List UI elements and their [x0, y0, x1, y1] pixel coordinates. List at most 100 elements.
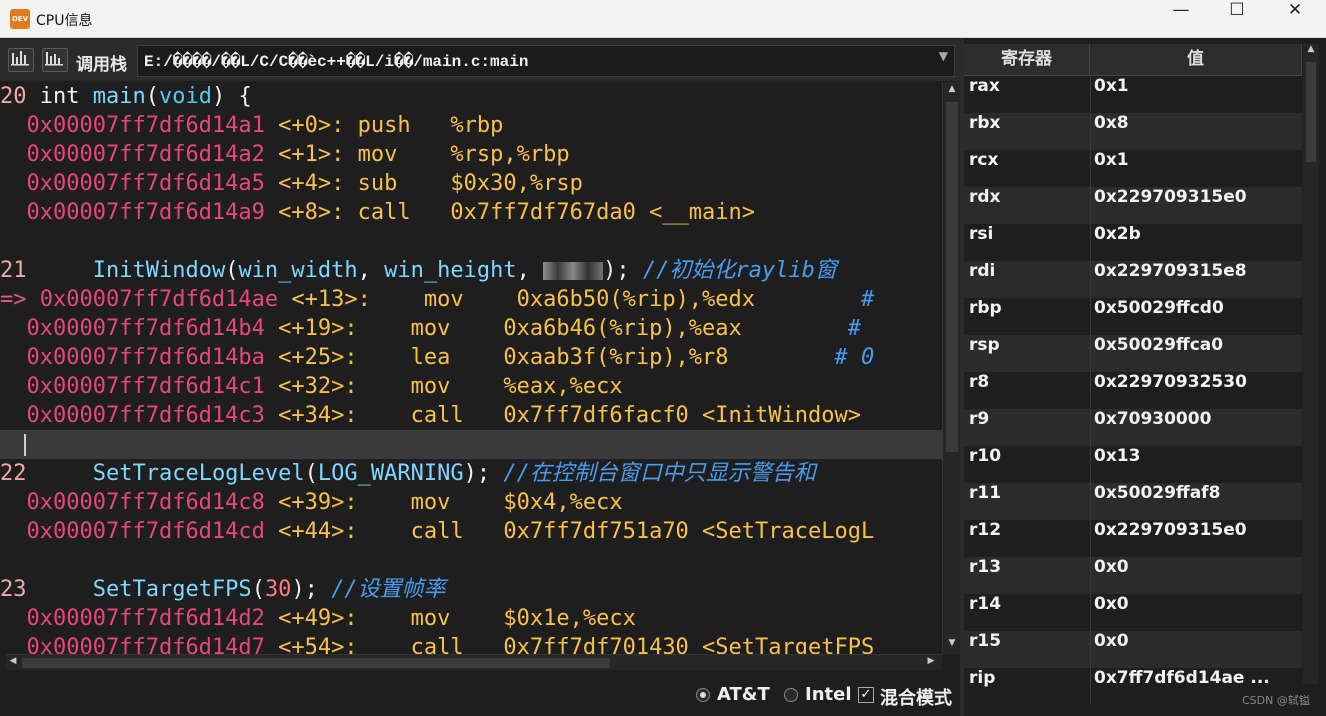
mixed-mode-checkbox[interactable]: ✓	[858, 687, 874, 703]
instruction-offset: <+34>:	[278, 403, 358, 428]
asm-line[interactable]: 0x00007ff7df6d14a2 <+1>: mov %rsp,%rbp	[0, 140, 942, 169]
instruction-address: 0x00007ff7df6d14cd	[26, 519, 265, 544]
operands: 0xa6b46(%rip),%eax	[503, 316, 742, 341]
register-row[interactable]: rdi 0x229709315e8	[964, 261, 1302, 298]
intel-syntax-radio[interactable]	[784, 688, 798, 702]
chevron-down-icon[interactable]: ▼	[939, 49, 948, 63]
intel-syntax-label[interactable]: Intel	[805, 684, 852, 705]
register-row[interactable]: r12 0x229709315e0	[964, 520, 1302, 557]
register-name: rbp	[969, 298, 1002, 318]
scroll-left-icon[interactable]: ◀	[6, 656, 20, 666]
mixed-mode-label[interactable]: 混合模式	[880, 684, 952, 710]
close-button[interactable]: ✕	[1266, 0, 1324, 38]
registers-vertical-scrollbar[interactable]: ▲	[1303, 44, 1319, 684]
att-syntax-label[interactable]: AT&T	[717, 684, 770, 705]
operands: %rbp	[450, 113, 504, 138]
source-line[interactable]: 22 SetTraceLogLevel(LOG_WARNING); //在控制台…	[0, 459, 942, 488]
scroll-up-icon[interactable]: ▲	[943, 84, 961, 94]
register-row[interactable]: r14 0x0	[964, 594, 1302, 631]
register-row[interactable]: r10 0x13	[964, 446, 1302, 483]
column-divider	[1090, 483, 1091, 520]
att-syntax-radio[interactable]	[696, 688, 710, 702]
asm-line[interactable]: 0x00007ff7df6d14a1 <+0>: push %rbp	[0, 111, 942, 140]
register-row[interactable]: r13 0x0	[964, 557, 1302, 594]
register-value: 0x50029ffca0	[1094, 335, 1224, 355]
register-row[interactable]: rdx 0x229709315e0	[964, 187, 1302, 224]
register-name: r12	[969, 520, 1002, 540]
minimize-button[interactable]: —	[1152, 0, 1210, 38]
asm-line[interactable]: 0x00007ff7df6d14a9 <+8>: call 0x7ff7df76…	[0, 198, 942, 227]
column-header-value[interactable]: 值	[1090, 44, 1302, 76]
source-line[interactable]: 23 SetTargetFPS(30); //设置帧率	[0, 575, 942, 604]
scroll-up-icon[interactable]: ▲	[1303, 44, 1319, 54]
register-row[interactable]: rbx 0x8	[964, 113, 1302, 150]
asm-line[interactable]: 0x00007ff7df6d14c8 <+39>: mov $0x4,%ecx	[0, 488, 942, 517]
blank-line[interactable]	[0, 546, 942, 575]
instruction-offset: <+39>:	[278, 490, 358, 515]
source-line[interactable]: 20 int main(void) {	[0, 82, 942, 111]
register-row[interactable]: rcx 0x1	[964, 150, 1302, 187]
mnemonic: call	[410, 403, 464, 428]
register-row[interactable]: rbp 0x50029ffcd0	[964, 298, 1302, 335]
asm-line[interactable]: 0x00007ff7df6d14c1 <+32>: mov %eax,%ecx	[0, 372, 942, 401]
callstack-select[interactable]: E:/����/��L/C/C��èc++��L/i��/main.c:main…	[137, 45, 955, 77]
maximize-button[interactable]: ☐	[1208, 0, 1266, 38]
bar-chart-icon[interactable]	[42, 48, 68, 72]
register-row[interactable]: rax 0x1	[964, 76, 1302, 113]
asm-line[interactable]: 0x00007ff7df6d14b4 <+19>: mov 0xa6b46(%r…	[0, 314, 942, 343]
column-header-register[interactable]: 寄存器	[964, 44, 1090, 76]
scroll-right-icon[interactable]: ▶	[924, 656, 938, 666]
register-row[interactable]: rsi 0x2b	[964, 224, 1302, 261]
redacted-text	[543, 262, 604, 280]
instruction-offset: <+19>:	[278, 316, 358, 341]
column-divider	[1090, 594, 1091, 631]
instruction-address: 0x00007ff7df6d14ae	[39, 287, 279, 312]
register-row[interactable]: r15 0x0	[964, 631, 1302, 668]
asm-line[interactable]: => 0x00007ff7df6d14ae <+13>: mov 0xa6b50…	[0, 285, 942, 314]
bar-chart-icon[interactable]	[8, 48, 34, 72]
register-name: rax	[969, 76, 1000, 96]
source-line[interactable]: 21 InitWindow(win_width, win_height, ); …	[0, 256, 942, 285]
register-row[interactable]: rsp 0x50029ffca0	[964, 335, 1302, 372]
disassembly-view[interactable]: 20 int main(void) { 0x00007ff7df6d14a1 <…	[0, 82, 942, 654]
asm-line[interactable]: 0x00007ff7df6d14d2 <+49>: mov $0x1e,%ecx	[0, 604, 942, 633]
asm-line[interactable]: 0x00007ff7df6d14ba <+25>: lea 0xaab3f(%r…	[0, 343, 942, 372]
current-line-highlight[interactable]	[0, 430, 942, 459]
register-row[interactable]: r11 0x50029ffaf8	[964, 483, 1302, 520]
column-divider	[1090, 631, 1091, 668]
asm-line[interactable]: 0x00007ff7df6d14c3 <+34>: call 0x7ff7df6…	[0, 401, 942, 430]
scroll-down-icon[interactable]: ▼	[943, 638, 961, 648]
register-row[interactable]: r9 0x70930000	[964, 409, 1302, 446]
disassembly-horizontal-scrollbar[interactable]: ◀ ▶	[6, 654, 942, 670]
mnemonic: mov	[410, 374, 451, 399]
column-divider	[1090, 335, 1091, 372]
disassembly-vertical-scrollbar[interactable]: ▲ ▼	[942, 82, 960, 654]
scroll-thumb[interactable]	[1306, 62, 1316, 162]
blank-line[interactable]	[0, 227, 942, 256]
register-name: r9	[969, 409, 990, 429]
register-name: r8	[969, 372, 990, 392]
instruction-address: 0x00007ff7df6d14a9	[26, 200, 265, 225]
asm-line[interactable]: 0x00007ff7df6d14a5 <+4>: sub $0x30,%rsp	[0, 169, 942, 198]
scroll-thumb[interactable]	[22, 658, 610, 668]
operands: 0x7ff7df6facf0 <InitWindow>	[503, 403, 861, 428]
asm-line[interactable]: 0x00007ff7df6d14cd <+44>: call 0x7ff7df7…	[0, 517, 942, 546]
watermark: CSDN @轼镒	[1242, 694, 1310, 707]
current-instruction-marker	[0, 113, 27, 138]
asm-line[interactable]: 0x00007ff7df6d14d7 <+54>: call 0x7ff7df7…	[0, 633, 942, 654]
register-row[interactable]: r8 0x22970932530	[964, 372, 1302, 409]
scroll-thumb[interactable]	[946, 102, 958, 452]
